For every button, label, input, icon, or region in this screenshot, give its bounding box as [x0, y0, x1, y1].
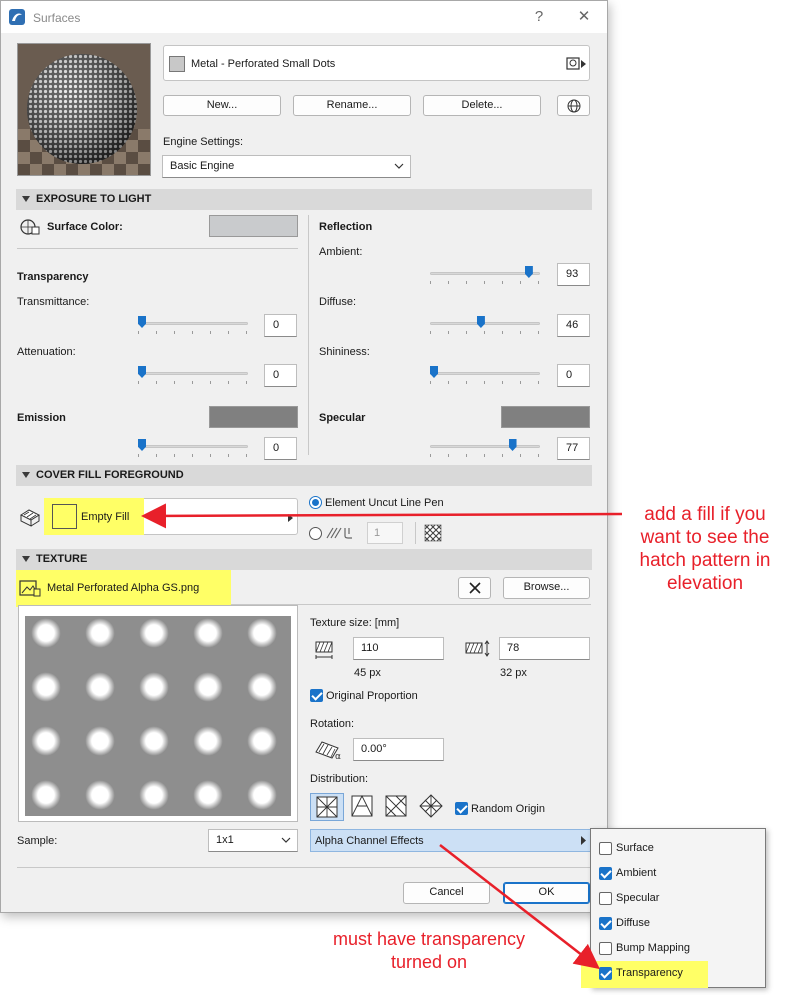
fill-annotation-arrow: [141, 503, 623, 529]
annotation-arrows: [141, 503, 623, 970]
fill-annotation-note: add a fill if you want to see the hatch …: [639, 504, 771, 594]
transparency-annotation-note: must have transparency turned on: [332, 929, 526, 972]
